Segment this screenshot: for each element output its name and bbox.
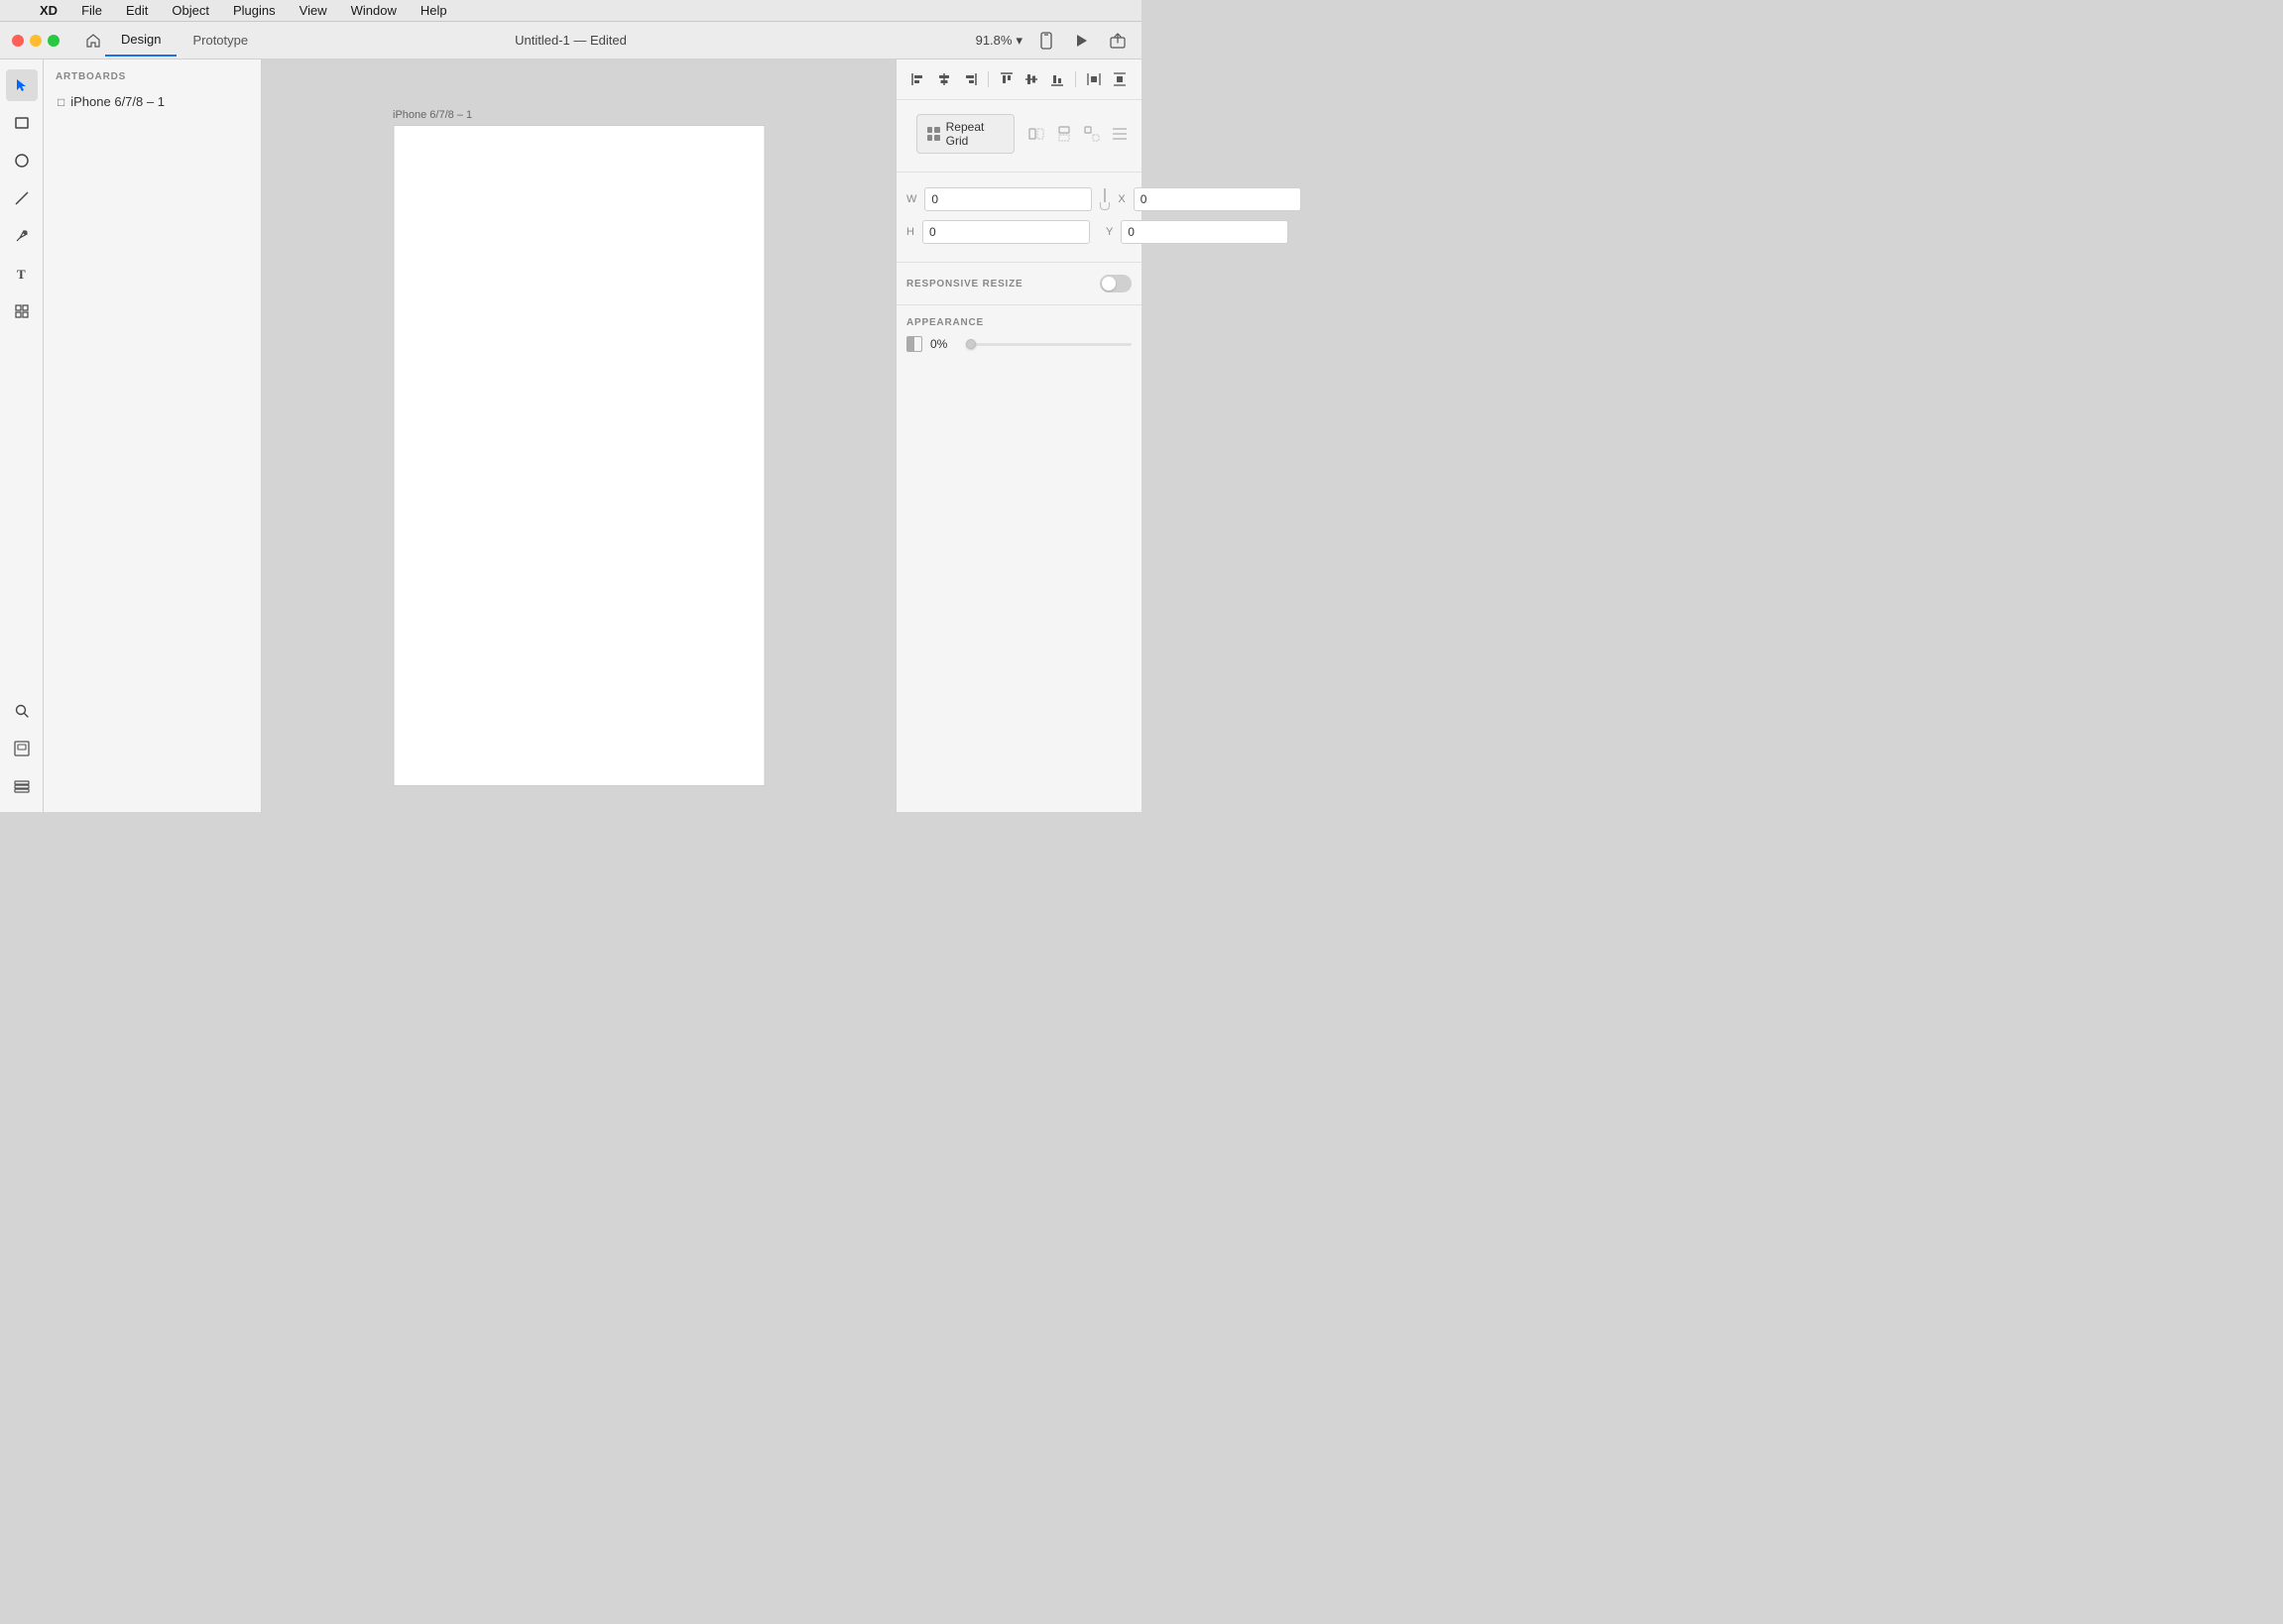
align-right-icon[interactable] bbox=[958, 67, 982, 91]
menu-bar: XD File Edit Object Plugins View Window … bbox=[0, 0, 1142, 22]
menu-window[interactable]: Window bbox=[347, 1, 401, 20]
mobile-preview-icon[interactable] bbox=[1034, 29, 1058, 53]
artboard-label: iPhone 6/7/8 – 1 bbox=[393, 109, 765, 121]
artboard-frame[interactable] bbox=[393, 125, 765, 786]
align-left-icon[interactable] bbox=[906, 67, 930, 91]
opacity-slider-thumb bbox=[966, 339, 976, 349]
w-label: W bbox=[906, 193, 916, 205]
responsive-resize-toggle[interactable] bbox=[1100, 275, 1132, 292]
opacity-row: 0% bbox=[906, 336, 1132, 352]
layers-panel-icon[interactable] bbox=[6, 770, 38, 802]
search-tool[interactable] bbox=[6, 695, 38, 727]
canvas-area[interactable]: iPhone 6/7/8 – 1 bbox=[262, 59, 896, 812]
title-bar-nav: Design Prototype bbox=[81, 24, 264, 57]
artboard-item-icon: □ bbox=[58, 95, 64, 109]
align-center-v-icon[interactable] bbox=[1021, 67, 1044, 91]
close-button[interactable] bbox=[12, 35, 24, 47]
transform-row-wh: W X bbox=[906, 184, 1132, 214]
document-title: Untitled-1 — Edited bbox=[515, 33, 627, 48]
component-tool[interactable] bbox=[6, 295, 38, 327]
distribute-h-icon[interactable] bbox=[1082, 67, 1106, 91]
artboards-section-title: ARTBOARDS bbox=[52, 71, 253, 82]
window-controls bbox=[0, 35, 71, 47]
artboard-container: iPhone 6/7/8 – 1 bbox=[393, 109, 765, 786]
zoom-control[interactable]: 91.8% ▾ bbox=[976, 33, 1022, 49]
zoom-chevron: ▾ bbox=[1016, 33, 1022, 49]
tab-design[interactable]: Design bbox=[105, 24, 177, 57]
responsive-resize-label: RESPONSIVE RESIZE bbox=[906, 279, 1023, 290]
y-input[interactable] bbox=[1121, 220, 1288, 244]
appearance-section: APPEARANCE 0% bbox=[897, 309, 1142, 360]
artboard-item-label: iPhone 6/7/8 – 1 bbox=[70, 94, 165, 109]
h-input[interactable] bbox=[922, 220, 1090, 244]
w-input[interactable] bbox=[924, 187, 1092, 211]
repeat-grid-button[interactable]: Repeat Grid bbox=[916, 114, 1015, 154]
right-panel: Repeat Grid bbox=[896, 59, 1142, 812]
flip-corner-icon[interactable] bbox=[1080, 122, 1104, 146]
align-top-icon[interactable] bbox=[995, 67, 1019, 91]
appearance-label: APPEARANCE bbox=[906, 317, 1132, 328]
link-icon[interactable] bbox=[1100, 184, 1110, 214]
repeat-grid-label: Repeat Grid bbox=[946, 120, 1004, 148]
rectangle-tool[interactable] bbox=[6, 107, 38, 139]
h-label: H bbox=[906, 226, 914, 238]
maximize-button[interactable] bbox=[48, 35, 60, 47]
select-tool[interactable] bbox=[6, 69, 38, 101]
tab-prototype[interactable]: Prototype bbox=[177, 25, 264, 56]
section-divider-3 bbox=[897, 304, 1142, 305]
menu-plugins[interactable]: Plugins bbox=[229, 1, 280, 20]
share-icon[interactable] bbox=[1106, 29, 1130, 53]
ellipse-tool[interactable] bbox=[6, 145, 38, 176]
flip-v-icon[interactable] bbox=[1052, 122, 1076, 146]
artboards-panel-icon[interactable] bbox=[6, 733, 38, 764]
repeat-grid-row: Repeat Grid bbox=[897, 100, 1142, 168]
menu-view[interactable]: View bbox=[296, 1, 331, 20]
opacity-icon bbox=[906, 336, 922, 352]
align-divider-2 bbox=[1075, 71, 1076, 87]
pen-tool[interactable] bbox=[6, 220, 38, 252]
responsive-resize-row: RESPONSIVE RESIZE bbox=[906, 275, 1132, 292]
x-input[interactable] bbox=[1134, 187, 1301, 211]
menu-file[interactable]: File bbox=[77, 1, 106, 20]
artboard-item[interactable]: □ iPhone 6/7/8 – 1 bbox=[52, 90, 253, 113]
section-divider-1 bbox=[897, 172, 1142, 173]
duplicate-tools bbox=[1024, 122, 1132, 146]
main-layout: T bbox=[0, 59, 1142, 812]
align-tools bbox=[897, 59, 1142, 100]
opacity-value: 0% bbox=[930, 337, 958, 351]
home-icon[interactable] bbox=[81, 29, 105, 53]
left-toolbar: T bbox=[0, 59, 44, 812]
align-center-h-icon[interactable] bbox=[932, 67, 956, 91]
svg-text:T: T bbox=[17, 267, 26, 281]
zoom-value: 91.8% bbox=[976, 33, 1013, 48]
align-divider-1 bbox=[988, 71, 989, 87]
play-icon[interactable] bbox=[1070, 29, 1094, 53]
responsive-resize-section: RESPONSIVE RESIZE bbox=[897, 267, 1142, 300]
menu-edit[interactable]: Edit bbox=[122, 1, 152, 20]
transform-row-xy: H Y bbox=[906, 220, 1132, 244]
distribute-v-icon[interactable] bbox=[1108, 67, 1132, 91]
title-bar-right: 91.8% ▾ bbox=[976, 29, 1142, 53]
repeat-grid-icon bbox=[927, 127, 940, 141]
left-panel: ARTBOARDS □ iPhone 6/7/8 – 1 bbox=[44, 59, 262, 812]
section-divider-2 bbox=[897, 262, 1142, 263]
menu-help[interactable]: Help bbox=[417, 1, 451, 20]
title-bar: Design Prototype Untitled-1 — Edited 91.… bbox=[0, 22, 1142, 59]
menu-xd[interactable]: XD bbox=[36, 1, 61, 20]
text-tool[interactable]: T bbox=[6, 258, 38, 290]
align-bottom-icon[interactable] bbox=[1045, 67, 1069, 91]
menu-object[interactable]: Object bbox=[168, 1, 213, 20]
minimize-button[interactable] bbox=[30, 35, 42, 47]
flip-h-icon[interactable] bbox=[1024, 122, 1048, 146]
line-tool[interactable] bbox=[6, 182, 38, 214]
y-label: Y bbox=[1106, 226, 1113, 238]
align-grid-icon[interactable] bbox=[1108, 122, 1132, 146]
opacity-slider[interactable] bbox=[966, 343, 1132, 346]
apple-menu[interactable] bbox=[8, 9, 16, 13]
transform-section: W X H Y bbox=[897, 176, 1142, 258]
x-label: X bbox=[1118, 193, 1125, 205]
